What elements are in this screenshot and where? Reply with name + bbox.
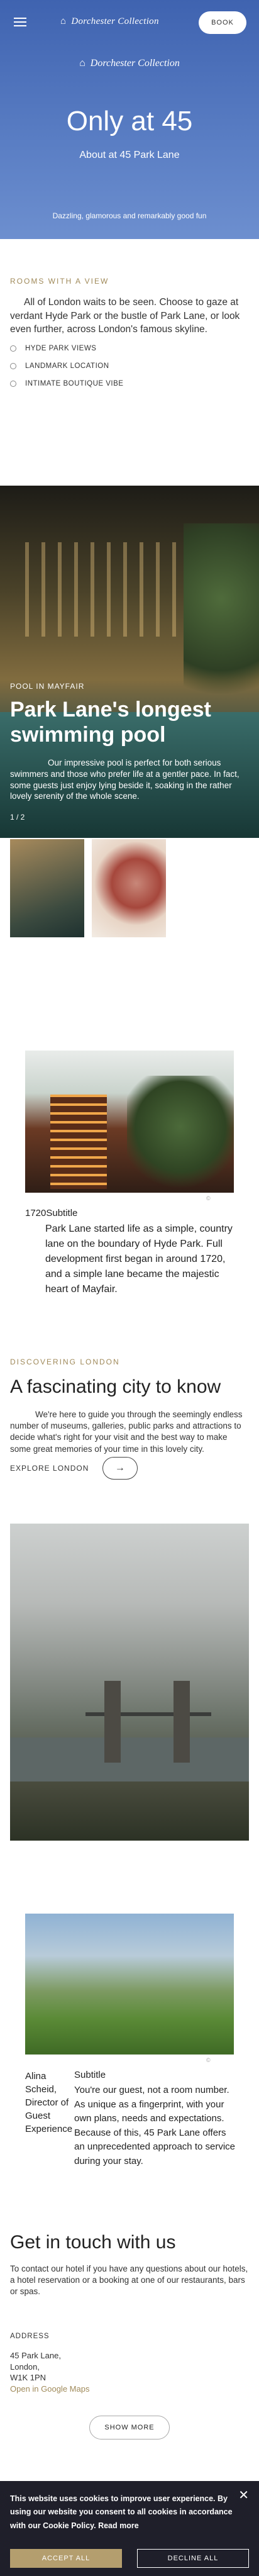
- hero-brand-logo: ⌂ Dorchester Collection: [0, 58, 259, 69]
- rooms-description: All of London waits to be seen. Choose t…: [10, 297, 240, 335]
- slide-pager: 1 / 2: [10, 813, 25, 822]
- address-block: 45 Park Lane, London, W1K 1PN: [10, 2350, 61, 2384]
- hero-subtitle: About at 45 Park Lane: [79, 150, 180, 160]
- list-item: LANDMARK LOCATION: [10, 362, 123, 370]
- quote-subtitle: Subtitle: [74, 2070, 106, 2080]
- contact-description: To contact our hotel if you have any que…: [10, 2264, 248, 2297]
- history-text: Park Lane started life as a simple, coun…: [45, 1224, 233, 1295]
- slide-thumbnail-pool[interactable]: [10, 839, 84, 937]
- address-line: W1K 1PN: [10, 2373, 47, 2383]
- discover-description: We're here to guide you through the seem…: [10, 1410, 243, 1454]
- feature-label: INTIMATE BOUTIQUE VIBE: [25, 380, 124, 388]
- pool-image-plants: [184, 523, 259, 712]
- brand-mark-icon: ⌂: [79, 58, 85, 69]
- bullet-icon: [10, 363, 16, 369]
- bridge-tower: [104, 1681, 121, 1763]
- building-facade: [50, 1095, 107, 1189]
- hero-title: Only at 45: [66, 106, 193, 137]
- menu-icon[interactable]: [14, 18, 26, 26]
- book-button[interactable]: BOOK: [199, 11, 246, 34]
- building-trees: [127, 1076, 234, 1189]
- london-photo: [10, 1524, 249, 1841]
- arrow-right-icon[interactable]: →: [102, 1457, 138, 1480]
- feature-label: HYDE PARK VIEWS: [25, 345, 97, 352]
- bullet-icon: [10, 381, 16, 387]
- read-more-link[interactable]: Read more: [98, 2521, 139, 2530]
- google-maps-link[interactable]: Open in Google Maps: [10, 2384, 89, 2394]
- countryside-photo: [25, 1914, 234, 2055]
- photo-credit: ©: [206, 1195, 211, 1202]
- address-label: ADDRESS: [10, 2333, 50, 2340]
- bridge-tower: [174, 1681, 190, 1763]
- bullet-icon: [10, 345, 16, 352]
- top-bar: ⌂ Dorchester Collection BOOK: [0, 0, 259, 45]
- hero-brand-name: Dorchester Collection: [90, 58, 180, 69]
- history-label: 1720Subtitle: [25, 1208, 78, 1218]
- decline-all-button[interactable]: DECLINE ALL: [137, 2549, 249, 2568]
- address-line: London,: [10, 2361, 40, 2372]
- hero-tagline: Dazzling, glamorous and remarkably good …: [52, 211, 207, 220]
- explore-london-link[interactable]: EXPLORE LONDON →: [10, 1457, 138, 1480]
- building-photo: [25, 1051, 234, 1193]
- pool-eyebrow: POOL IN MAYFAIR: [10, 682, 85, 691]
- pool-title: Park Lane's longest swimming pool: [10, 698, 211, 747]
- brand-logo[interactable]: ⌂ Dorchester Collection: [60, 16, 159, 27]
- slide-thumbnail-dish[interactable]: [92, 839, 166, 937]
- pool-description: Our impressive pool is perfect for both …: [10, 758, 240, 801]
- contact-title: Get in touch with us: [10, 2232, 176, 2253]
- quote-author: Alina Scheid, Director of Guest Experien…: [25, 2071, 73, 2134]
- show-more-button[interactable]: SHOW MORE: [89, 2416, 170, 2439]
- explore-label: EXPLORE LONDON: [10, 1464, 89, 1473]
- address-line: 45 Park Lane,: [10, 2351, 61, 2360]
- cookie-message: This website uses cookies to improve use…: [10, 2492, 236, 2533]
- pool-slide[interactable]: POOL IN MAYFAIR Park Lane's longest swim…: [0, 486, 259, 838]
- discover-title: A fascinating city to know: [10, 1376, 221, 1397]
- list-item: HYDE PARK VIEWS: [10, 345, 123, 352]
- close-icon[interactable]: ✕: [238, 2487, 249, 2503]
- feature-label: LANDMARK LOCATION: [25, 362, 109, 370]
- hero-section: ⌂ Dorchester Collection BOOK ⌂ Dorchester …: [0, 0, 259, 239]
- cookie-banner: This website uses cookies to improve use…: [0, 2481, 259, 2576]
- photo-credit: ©: [206, 2057, 211, 2063]
- list-item: INTIMATE BOUTIQUE VIBE: [10, 380, 123, 388]
- discover-section-label: DISCOVERING LONDON: [10, 1358, 120, 1366]
- rooms-section-label: ROOMS WITH A VIEW: [10, 277, 109, 286]
- rooms-feature-list: HYDE PARK VIEWS LANDMARK LOCATION INTIMA…: [10, 345, 123, 398]
- accept-all-button[interactable]: ACCEPT ALL: [10, 2549, 122, 2568]
- brand-name: Dorchester Collection: [71, 16, 159, 26]
- quote-text: You're our guest, not a room number. As …: [74, 2085, 236, 2166]
- brand-mark-icon: ⌂: [60, 16, 67, 26]
